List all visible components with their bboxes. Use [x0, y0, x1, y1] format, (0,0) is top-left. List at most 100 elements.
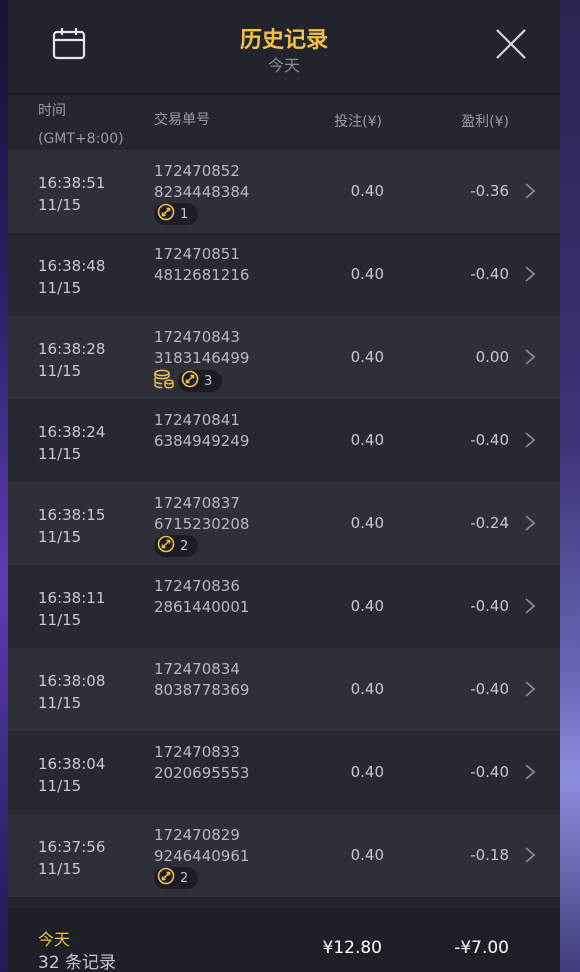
row-date-value: 11/15 — [38, 528, 82, 546]
history-row[interactable]: 16:38:48 11/15 172470851 4812681216 0.40 -0.4… — [8, 233, 560, 316]
row-time-value: 16:38:11 — [38, 589, 106, 607]
row-bet: 0.40 — [350, 680, 384, 698]
total-profit: -¥7.00 — [454, 938, 509, 958]
history-row[interactable]: 16:38:15 11/15 172470837 6715230208 2 0.40 -0.… — [8, 482, 560, 565]
history-row[interactable]: 16:38:24 11/15 172470841 6384949249 0.40 -0.4… — [8, 399, 560, 482]
total-bet: ¥12.80 — [322, 938, 382, 958]
summary-period-label: 今天 — [38, 930, 71, 949]
row-bet: 0.40 — [350, 265, 384, 283]
row-bet: 0.40 — [350, 597, 384, 615]
coins-icon — [154, 369, 174, 393]
free-spin-icon — [157, 535, 180, 557]
history-row[interactable]: 16:38:08 11/15 172470834 8038778369 0.40 -0.4… — [8, 648, 560, 731]
history-list: 16:38:51 11/15 172470852 8234448384 1 0.40 -0.… — [8, 150, 560, 897]
row-id-line1: 172470843 — [154, 328, 240, 346]
row-id-line1: 172470829 — [154, 826, 240, 844]
free-spin-badge: 3 — [178, 370, 223, 392]
row-id-line2: 6715230208 — [154, 515, 250, 533]
free-spin-badge: 2 — [154, 535, 199, 557]
chevron-right-icon — [525, 847, 536, 863]
row-time-value: 16:37:56 — [38, 838, 106, 856]
free-spin-count: 1 — [180, 206, 189, 222]
date-filter-label: 今天 — [267, 56, 300, 75]
chevron-right-icon — [525, 349, 536, 365]
row-id-line2: 6384949249 — [154, 432, 250, 450]
row-id-line2: 3183146499 — [154, 349, 250, 367]
row-date-value: 11/15 — [38, 279, 82, 297]
row-time: 16:37:56 11/15 — [38, 836, 105, 880]
row-profit: -0.40 — [470, 680, 509, 698]
row-transaction-id: 172470833 2020695553 — [154, 742, 249, 784]
row-date-value: 11/15 — [38, 611, 82, 629]
free-spin-count: 2 — [180, 870, 189, 886]
row-profit: -0.36 — [470, 182, 509, 200]
row-badges: 2 — [154, 535, 199, 557]
row-profit: -0.18 — [470, 846, 509, 864]
chevron-right-icon — [525, 515, 536, 531]
free-spin-icon — [157, 203, 180, 225]
row-profit: -0.40 — [470, 597, 509, 615]
row-transaction-id: 172470836 2861440001 — [154, 576, 249, 618]
row-transaction-id: 172470829 9246440961 — [154, 825, 249, 867]
history-panel: 历史记录 今天 时间 (GMT+8:00) 交易单号 投注(¥) 盈利(¥) 1… — [8, 0, 560, 972]
row-id-line1: 172470841 — [154, 411, 240, 429]
row-time-value: 16:38:28 — [38, 340, 106, 358]
chevron-right-icon — [525, 432, 536, 448]
row-date-value: 11/15 — [38, 694, 82, 712]
row-time-value: 16:38:51 — [38, 174, 106, 192]
row-profit: -0.40 — [470, 763, 509, 781]
page-title: 历史记录 — [239, 28, 328, 53]
row-time-value: 16:38:04 — [38, 755, 106, 773]
row-bet: 0.40 — [350, 846, 384, 864]
row-badges: 3 — [154, 369, 223, 393]
row-id-line2: 8038778369 — [154, 681, 250, 699]
close-icon[interactable] — [494, 27, 528, 61]
timezone-label: (GMT+8:00) — [38, 131, 124, 147]
row-time: 16:38:28 11/15 — [38, 338, 105, 382]
row-profit: -0.40 — [470, 431, 509, 449]
row-time-value: 16:38:08 — [38, 672, 106, 690]
history-row[interactable]: 16:38:51 11/15 172470852 8234448384 1 0.40 -0.… — [8, 150, 560, 233]
history-row[interactable]: 16:38:11 11/15 172470836 2861440001 0.40 -0.4… — [8, 565, 560, 648]
id-column-header: 交易单号 — [154, 112, 210, 128]
row-id-line1: 172470836 — [154, 577, 240, 595]
column-headers: 时间 (GMT+8:00) 交易单号 投注(¥) 盈利(¥) — [8, 95, 560, 150]
row-transaction-id: 172470851 4812681216 — [154, 244, 249, 286]
profit-column-header: 盈利(¥) — [461, 114, 509, 130]
row-date-value: 11/15 — [38, 860, 82, 878]
row-bet: 0.40 — [350, 182, 384, 200]
history-row[interactable]: 16:38:28 11/15 172470843 3183146499 3 0.40 0.0… — [8, 316, 560, 399]
background-glow — [560, 0, 580, 972]
row-date-value: 11/15 — [38, 777, 82, 795]
row-time-value: 16:38:48 — [38, 257, 106, 275]
row-id-line2: 8234448384 — [154, 183, 250, 201]
row-time: 16:38:08 11/15 — [38, 670, 105, 714]
time-column-header: 时间 (GMT+8:00) — [38, 97, 124, 153]
row-badges: 2 — [154, 867, 199, 889]
row-transaction-id: 172470852 8234448384 — [154, 161, 249, 203]
row-date-value: 11/15 — [38, 362, 82, 380]
history-row[interactable]: 16:37:56 11/15 172470829 9246440961 2 0.40 -0.… — [8, 814, 560, 897]
row-bet: 0.40 — [350, 348, 384, 366]
row-profit: -0.24 — [470, 514, 509, 532]
row-bet: 0.40 — [350, 431, 384, 449]
row-id-line2: 9246440961 — [154, 847, 250, 865]
row-id-line2: 2861440001 — [154, 598, 250, 616]
row-time: 16:38:48 11/15 — [38, 255, 105, 299]
row-id-line1: 172470851 — [154, 245, 240, 263]
free-spin-count: 2 — [180, 538, 189, 554]
row-id-line1: 172470834 — [154, 660, 240, 678]
row-profit: -0.40 — [470, 265, 509, 283]
history-row[interactable]: 16:38:04 11/15 172470833 2020695553 0.40 -0.4… — [8, 731, 560, 814]
chevron-right-icon — [525, 681, 536, 697]
row-date-value: 11/15 — [38, 445, 82, 463]
chevron-right-icon — [525, 183, 536, 199]
chevron-right-icon — [525, 764, 536, 780]
row-transaction-id: 172470837 6715230208 — [154, 493, 249, 535]
row-time: 16:38:15 11/15 — [38, 504, 105, 548]
row-profit: 0.00 — [475, 348, 509, 366]
free-spin-count: 3 — [204, 373, 213, 389]
row-time: 16:38:51 11/15 — [38, 172, 105, 216]
free-spin-badge: 1 — [154, 203, 199, 225]
row-time: 16:38:04 11/15 — [38, 753, 105, 797]
